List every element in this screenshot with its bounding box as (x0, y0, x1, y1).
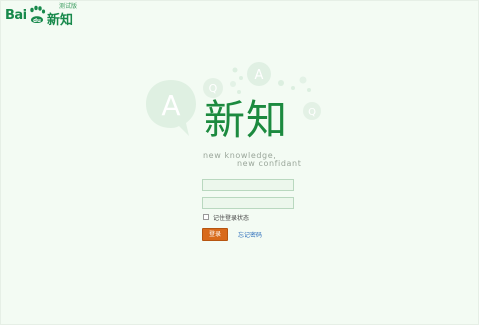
decorative-dots-right-icon (278, 76, 311, 92)
beta-tag: 测试版 (59, 3, 78, 10)
username-input[interactable] (202, 179, 294, 191)
svg-text:A: A (255, 68, 264, 83)
speech-bubble-a-icon: A (146, 80, 196, 136)
speech-bubble-q-right-icon: Q (303, 102, 321, 120)
decorative-dots-icon (230, 67, 243, 94)
login-page: Bai du 新知 测试版 A Q A Q 新知 new knowledge, … (0, 0, 479, 325)
baidu-xinzhi-logo[interactable]: Bai du 新知 测试版 (5, 2, 95, 28)
remember-checkbox[interactable] (203, 214, 209, 220)
speech-bubble-small-a-icon: A (247, 62, 271, 86)
hero-title: 新知 (204, 96, 288, 144)
forgot-password-link[interactable]: 忘记密码 (238, 230, 262, 239)
password-input[interactable] (202, 197, 294, 209)
remember-label: 记住登录状态 (213, 215, 250, 222)
hero-banner: A Q A Q 新知 new knowledge, new confidant (141, 56, 341, 176)
svg-text:Q: Q (209, 82, 218, 95)
slogan-line-2: new confidant (237, 159, 302, 168)
svg-text:A: A (161, 89, 180, 122)
baidu-paw-icon: du (30, 5, 46, 24)
svg-text:Q: Q (308, 107, 316, 118)
login-button[interactable]: 登录 (202, 228, 228, 241)
logo-product-text: 新知 (47, 13, 74, 28)
logo-bai-text: Bai (5, 8, 27, 23)
logo-paw-text: du (33, 18, 41, 24)
